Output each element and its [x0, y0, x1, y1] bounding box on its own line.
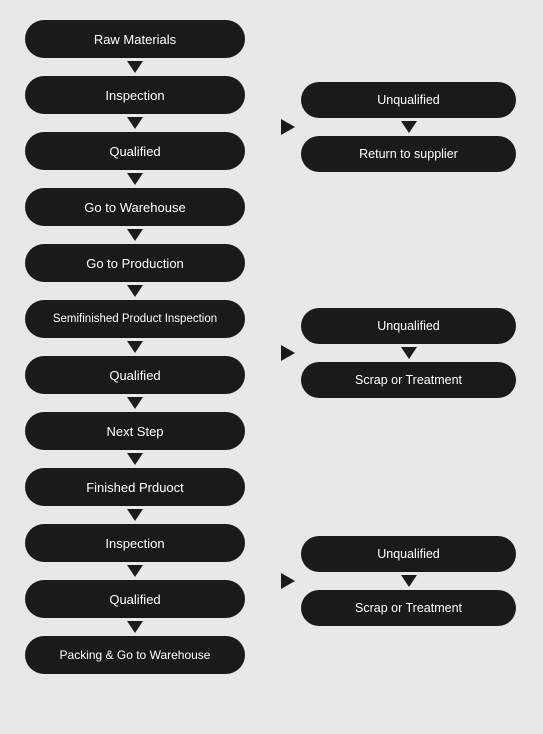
arrow-down-11 [127, 621, 143, 633]
branch3-arrow-right [281, 573, 295, 589]
branch1: Unqualified Return to supplier [275, 82, 535, 172]
branch1-spacer-top [275, 20, 535, 82]
scrap-treatment1-node: Scrap or Treatment [301, 362, 516, 398]
arrow-down-10 [127, 565, 143, 577]
inspection1-node: Inspection [25, 76, 245, 114]
arrow-down-1 [127, 61, 143, 73]
branch3-spacer [275, 398, 535, 536]
branch2-arrow-down [401, 347, 417, 359]
inspection2-node: Inspection [25, 524, 245, 562]
branch3: Unqualified Scrap or Treatment [275, 536, 535, 626]
branch2-spacer [275, 172, 535, 308]
qualified1-node: Qualified [25, 132, 245, 170]
arrow-down-5 [127, 285, 143, 297]
scrap-treatment2-node: Scrap or Treatment [301, 590, 516, 626]
arrow-down-8 [127, 453, 143, 465]
finished-product-node: Finished Prduoct [25, 468, 245, 506]
qualified3-node: Qualified [25, 580, 245, 618]
unqualified3-node: Unqualified [301, 536, 516, 572]
branch2-arrow-right [281, 345, 295, 361]
right-branches: Unqualified Return to supplier Unqualifi… [265, 20, 535, 626]
branch1-arrow-right [281, 119, 295, 135]
go-to-production-node: Go to Production [25, 244, 245, 282]
next-step-node: Next Step [25, 412, 245, 450]
unqualified1-node: Unqualified [301, 82, 516, 118]
arrow-down-3 [127, 173, 143, 185]
arrow-down-2 [127, 117, 143, 129]
semifinished-inspection-node: Semifinished Product Inspection [25, 300, 245, 338]
branch1-arrow-down [401, 121, 417, 133]
diagram: Raw Materials Inspection Qualified Go to… [0, 10, 543, 684]
go-to-warehouse-node: Go to Warehouse [25, 188, 245, 226]
raw-materials-node: Raw Materials [25, 20, 245, 58]
unqualified2-node: Unqualified [301, 308, 516, 344]
return-supplier-node: Return to supplier [301, 136, 516, 172]
branch2: Unqualified Scrap or Treatment [275, 308, 535, 398]
left-flow: Raw Materials Inspection Qualified Go to… [5, 20, 265, 674]
arrow-down-4 [127, 229, 143, 241]
packing-node: Packing & Go to Warehouse [25, 636, 245, 674]
arrow-down-7 [127, 397, 143, 409]
arrow-down-6 [127, 341, 143, 353]
qualified2-node: Qualified [25, 356, 245, 394]
branch3-arrow-down [401, 575, 417, 587]
arrow-down-9 [127, 509, 143, 521]
